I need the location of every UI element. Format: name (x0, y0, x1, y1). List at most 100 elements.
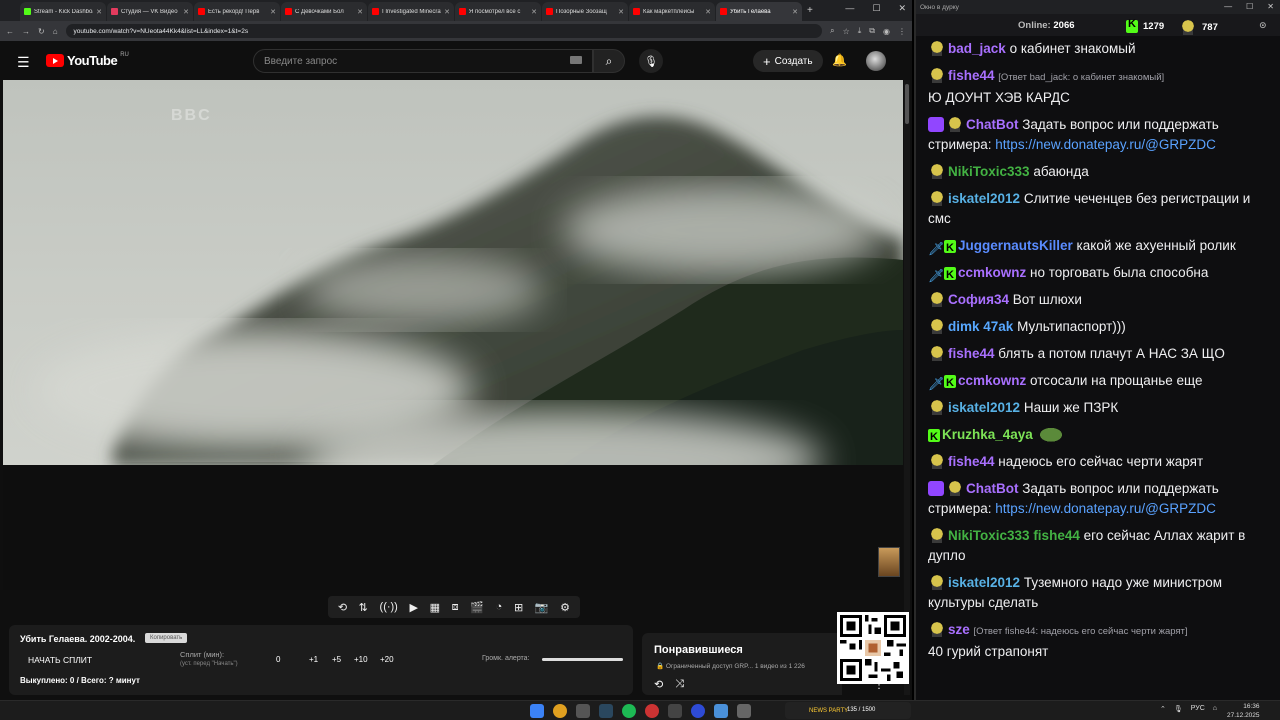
chat-username[interactable]: JuggernautsKiller (958, 238, 1073, 253)
add-clip-icon[interactable]: ⊞ (514, 601, 523, 614)
browser-menu-icon[interactable]: ⋮ (898, 27, 906, 36)
browser-tab[interactable]: Stream - Kick Dashboard✕ (20, 2, 106, 21)
film-icon[interactable]: ▦ (430, 601, 440, 614)
alert-volume-slider[interactable] (542, 658, 623, 661)
app-icon-7[interactable] (691, 704, 705, 718)
app-icon-6[interactable] (668, 704, 682, 718)
tab-close-icon[interactable]: ✕ (792, 8, 798, 16)
page-scrollbar-thumb[interactable] (905, 84, 909, 124)
clock[interactable]: 16:36 27.12.2025 (1227, 702, 1260, 720)
keyboard-icon[interactable] (570, 56, 582, 64)
overlay-thumbnail[interactable] (878, 547, 900, 577)
browser-tab[interactable]: I Investigated Minecraft ✕ (368, 2, 454, 21)
chat-username[interactable]: iskatel2012 (948, 400, 1020, 415)
chat-username[interactable]: ChatBot (966, 481, 1019, 496)
browser-tab[interactable]: Убить Гелаева ✕ (716, 2, 802, 21)
zoom-icon[interactable]: ⌕ (830, 26, 834, 36)
start-split-button[interactable]: НАЧАТЬ СПЛИТ (28, 655, 92, 665)
browser-tab[interactable]: Я посмотрел все с ✕ (455, 2, 541, 21)
chat-minimize-icon[interactable]: — (1224, 2, 1232, 11)
sort-icon[interactable]: ⇅ (359, 601, 368, 614)
spotify-icon[interactable] (622, 704, 636, 718)
chat-message-list[interactable]: bad_jack о кабинет знакомый fishe44 [Отве… (916, 36, 1278, 686)
tab-close-icon[interactable]: ✕ (183, 8, 189, 16)
search-button[interactable]: ⌕ (593, 49, 625, 73)
autoplay-settings-icon[interactable]: ▶ (410, 601, 418, 614)
voice-search-button[interactable]: 🎙 (639, 49, 663, 73)
browser-tab[interactable]: Позорные Зоозащ ✕ (542, 2, 628, 21)
steam-icon[interactable] (599, 704, 613, 718)
bookmark-star-icon[interactable]: ☆ (843, 27, 850, 36)
tab-close-icon[interactable]: ✕ (705, 8, 711, 16)
browser-tab[interactable]: Есть рекорд! Перв ✕ (194, 2, 280, 21)
language-indicator[interactable]: РУС (1191, 705, 1205, 713)
download-icon[interactable]: ⤓ (858, 26, 862, 36)
account-avatar[interactable] (866, 51, 886, 71)
chrome-icon[interactable] (553, 704, 567, 718)
video-player[interactable]: BBC (3, 80, 903, 590)
chat-username[interactable]: bad_jack (948, 41, 1006, 56)
chat-username[interactable]: София34 (948, 292, 1009, 307)
split-plus-20[interactable]: +20 (380, 655, 394, 664)
hamburger-menu-icon[interactable]: ☰ (17, 54, 30, 71)
chat-link[interactable]: https://new.donatepay.ru/@GRPZDC (995, 501, 1216, 516)
broadcast-icon[interactable]: ((·)) (380, 601, 398, 613)
split-value-0[interactable]: 0 (276, 655, 280, 664)
chat-username[interactable]: sze (948, 622, 970, 637)
close-icon[interactable]: ✕ (898, 3, 906, 14)
picture-in-picture-icon[interactable]: ⧈ (452, 601, 459, 614)
chat-username[interactable]: fishe44 (948, 454, 995, 469)
app-icon-8[interactable] (714, 704, 728, 718)
create-button[interactable]: + Создать (753, 50, 823, 72)
chat-username[interactable]: NikiToxic333 (948, 164, 1030, 179)
chat-username[interactable]: dimk 47ak (948, 319, 1013, 334)
browser-tab[interactable]: С Девочками Бол ✕ (281, 2, 367, 21)
tab-close-icon[interactable]: ✕ (96, 8, 102, 16)
chat-username[interactable]: ccmkownz (958, 373, 1026, 388)
chat-username[interactable]: ChatBot (966, 117, 1019, 132)
chat-username[interactable]: fishe44 (948, 346, 995, 361)
shuffle-icon[interactable]: ⤨ (675, 678, 684, 691)
chat-username[interactable]: iskatel2012 (948, 575, 1020, 590)
app-icon-9[interactable] (737, 704, 751, 718)
news-party-widget[interactable]: NEWS PARTY 135 / 1500 (785, 702, 911, 719)
screenshot-camera-icon[interactable]: 📷 (535, 601, 549, 614)
tab-close-icon[interactable]: ✕ (270, 8, 276, 16)
playlist-title[interactable]: Понравившиеся (654, 644, 743, 656)
split-plus-10[interactable]: +10 (354, 655, 368, 664)
new-tab-button[interactable]: + (807, 5, 813, 16)
chat-mention[interactable]: fishe44 (1033, 528, 1080, 543)
chat-username[interactable]: fishe44 (948, 68, 995, 83)
loop-icon[interactable]: ⟲ (338, 601, 347, 614)
url-field[interactable]: youtube.com/watch?v=NUeota44Kk4&list=LL&… (65, 24, 823, 38)
tab-close-icon[interactable]: ✕ (618, 8, 624, 16)
browser-tab[interactable]: Студия — VK Видео ✕ (107, 2, 193, 21)
network-icon[interactable]: ⌂ (1213, 705, 1217, 713)
tab-close-icon[interactable]: ✕ (357, 8, 363, 16)
tab-close-icon[interactable]: ✕ (444, 8, 450, 16)
start-menu-icon[interactable] (530, 704, 544, 718)
chat-username[interactable]: iskatel2012 (948, 191, 1020, 206)
profile-icon[interactable]: ◉ (883, 27, 890, 36)
copy-button[interactable]: Копировать (145, 633, 188, 643)
split-plus-1[interactable]: +1 (309, 655, 318, 664)
chat-link[interactable]: https://new.donatepay.ru/@GRPZDC (995, 137, 1216, 152)
tab-close-icon[interactable]: ✕ (531, 8, 537, 16)
youtube-logo[interactable]: YouTube RU (46, 52, 129, 68)
chat-close-icon[interactable]: ✕ (1267, 2, 1274, 11)
chat-username[interactable]: Kruzhka_4aya (942, 427, 1033, 442)
app-icon-5[interactable] (645, 704, 659, 718)
reload-icon[interactable]: ↻ (38, 27, 45, 36)
microphone-tray-icon[interactable]: 🎙 (1174, 705, 1183, 713)
tray-chevron-icon[interactable]: ⌃ (1160, 705, 1166, 713)
gear-icon[interactable]: ⚙ (560, 601, 570, 614)
app-icon-2[interactable] (576, 704, 590, 718)
extensions-icon[interactable]: ⧉ (869, 26, 875, 36)
forward-icon[interactable]: → (22, 27, 30, 36)
split-plus-5[interactable]: +5 (332, 655, 341, 664)
browser-tab[interactable]: Как маркетплейсы ✕ (629, 2, 715, 21)
notifications-bell-icon[interactable]: 🔔 (832, 53, 847, 67)
chat-maximize-icon[interactable]: ☐ (1246, 2, 1253, 11)
chat-username[interactable]: NikiToxic333 (948, 528, 1030, 543)
minimize-icon[interactable]: — (845, 3, 854, 14)
